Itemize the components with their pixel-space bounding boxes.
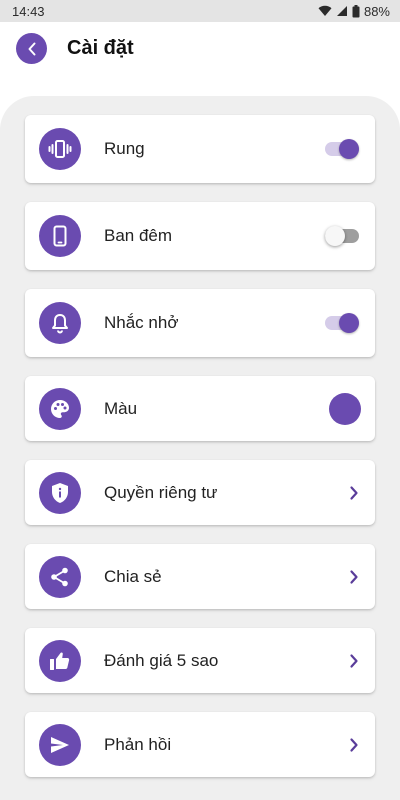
setting-item-vibration[interactable]: Rung	[25, 115, 375, 183]
bell-icon	[52, 314, 68, 334]
setting-icon-circle	[39, 724, 81, 766]
chevron-right-icon	[350, 570, 358, 584]
setting-item-feedback[interactable]: Phản hồi	[25, 712, 375, 777]
setting-item-share[interactable]: Chia sẻ	[25, 544, 375, 609]
vibration-icon	[48, 140, 72, 158]
setting-item-night-mode[interactable]: Ban đêm	[25, 202, 375, 270]
app-header: Cài đặt	[0, 22, 400, 78]
share-icon	[51, 567, 68, 587]
vibration-toggle[interactable]	[325, 139, 359, 159]
setting-icon-circle	[39, 302, 81, 344]
phone-icon	[53, 225, 67, 247]
battery-percent: 88%	[363, 3, 390, 19]
setting-item-color[interactable]: Màu	[25, 376, 375, 441]
shield-info-icon	[52, 483, 68, 503]
night-mode-toggle[interactable]	[325, 226, 359, 246]
back-button[interactable]	[16, 33, 47, 64]
palette-icon	[51, 400, 69, 418]
setting-icon-circle	[39, 472, 81, 514]
send-icon	[51, 737, 69, 753]
setting-item-rate-app[interactable]: Đánh giá 5 sao	[25, 628, 375, 693]
chevron-right-icon	[350, 738, 358, 752]
status-time: 14:43	[12, 3, 45, 19]
setting-icon-circle	[39, 388, 81, 430]
setting-icon-circle	[39, 556, 81, 598]
setting-label: Quyền riêng tư	[104, 483, 218, 502]
setting-label: Đánh giá 5 sao	[104, 651, 219, 670]
setting-icon-circle	[39, 128, 81, 170]
color-swatch[interactable]	[329, 393, 361, 425]
thumbs-up-icon	[50, 652, 70, 670]
status-icons: 88%	[318, 4, 390, 19]
status-bar: 14:43 88%	[0, 0, 400, 22]
setting-item-privacy[interactable]: Quyền riêng tư	[25, 460, 375, 525]
chevron-left-icon	[28, 42, 35, 55]
setting-label: Rung	[104, 139, 145, 158]
wifi-icon	[318, 5, 332, 17]
setting-icon-circle	[39, 215, 81, 257]
signal-icon	[336, 6, 347, 16]
setting-label: Ban đêm	[104, 226, 173, 245]
setting-icon-circle	[39, 640, 81, 682]
chevron-right-icon	[350, 486, 358, 500]
reminder-toggle[interactable]	[325, 313, 359, 333]
chevron-right-icon	[350, 654, 358, 668]
page-title: Cài đặt	[67, 37, 134, 59]
setting-label: Nhắc nhở	[104, 313, 179, 332]
setting-label: Màu	[104, 399, 138, 418]
setting-label: Chia sẻ	[104, 567, 162, 586]
battery-icon	[352, 4, 360, 17]
setting-label: Phản hồi	[104, 735, 172, 754]
setting-item-reminder[interactable]: Nhắc nhở	[25, 289, 375, 357]
